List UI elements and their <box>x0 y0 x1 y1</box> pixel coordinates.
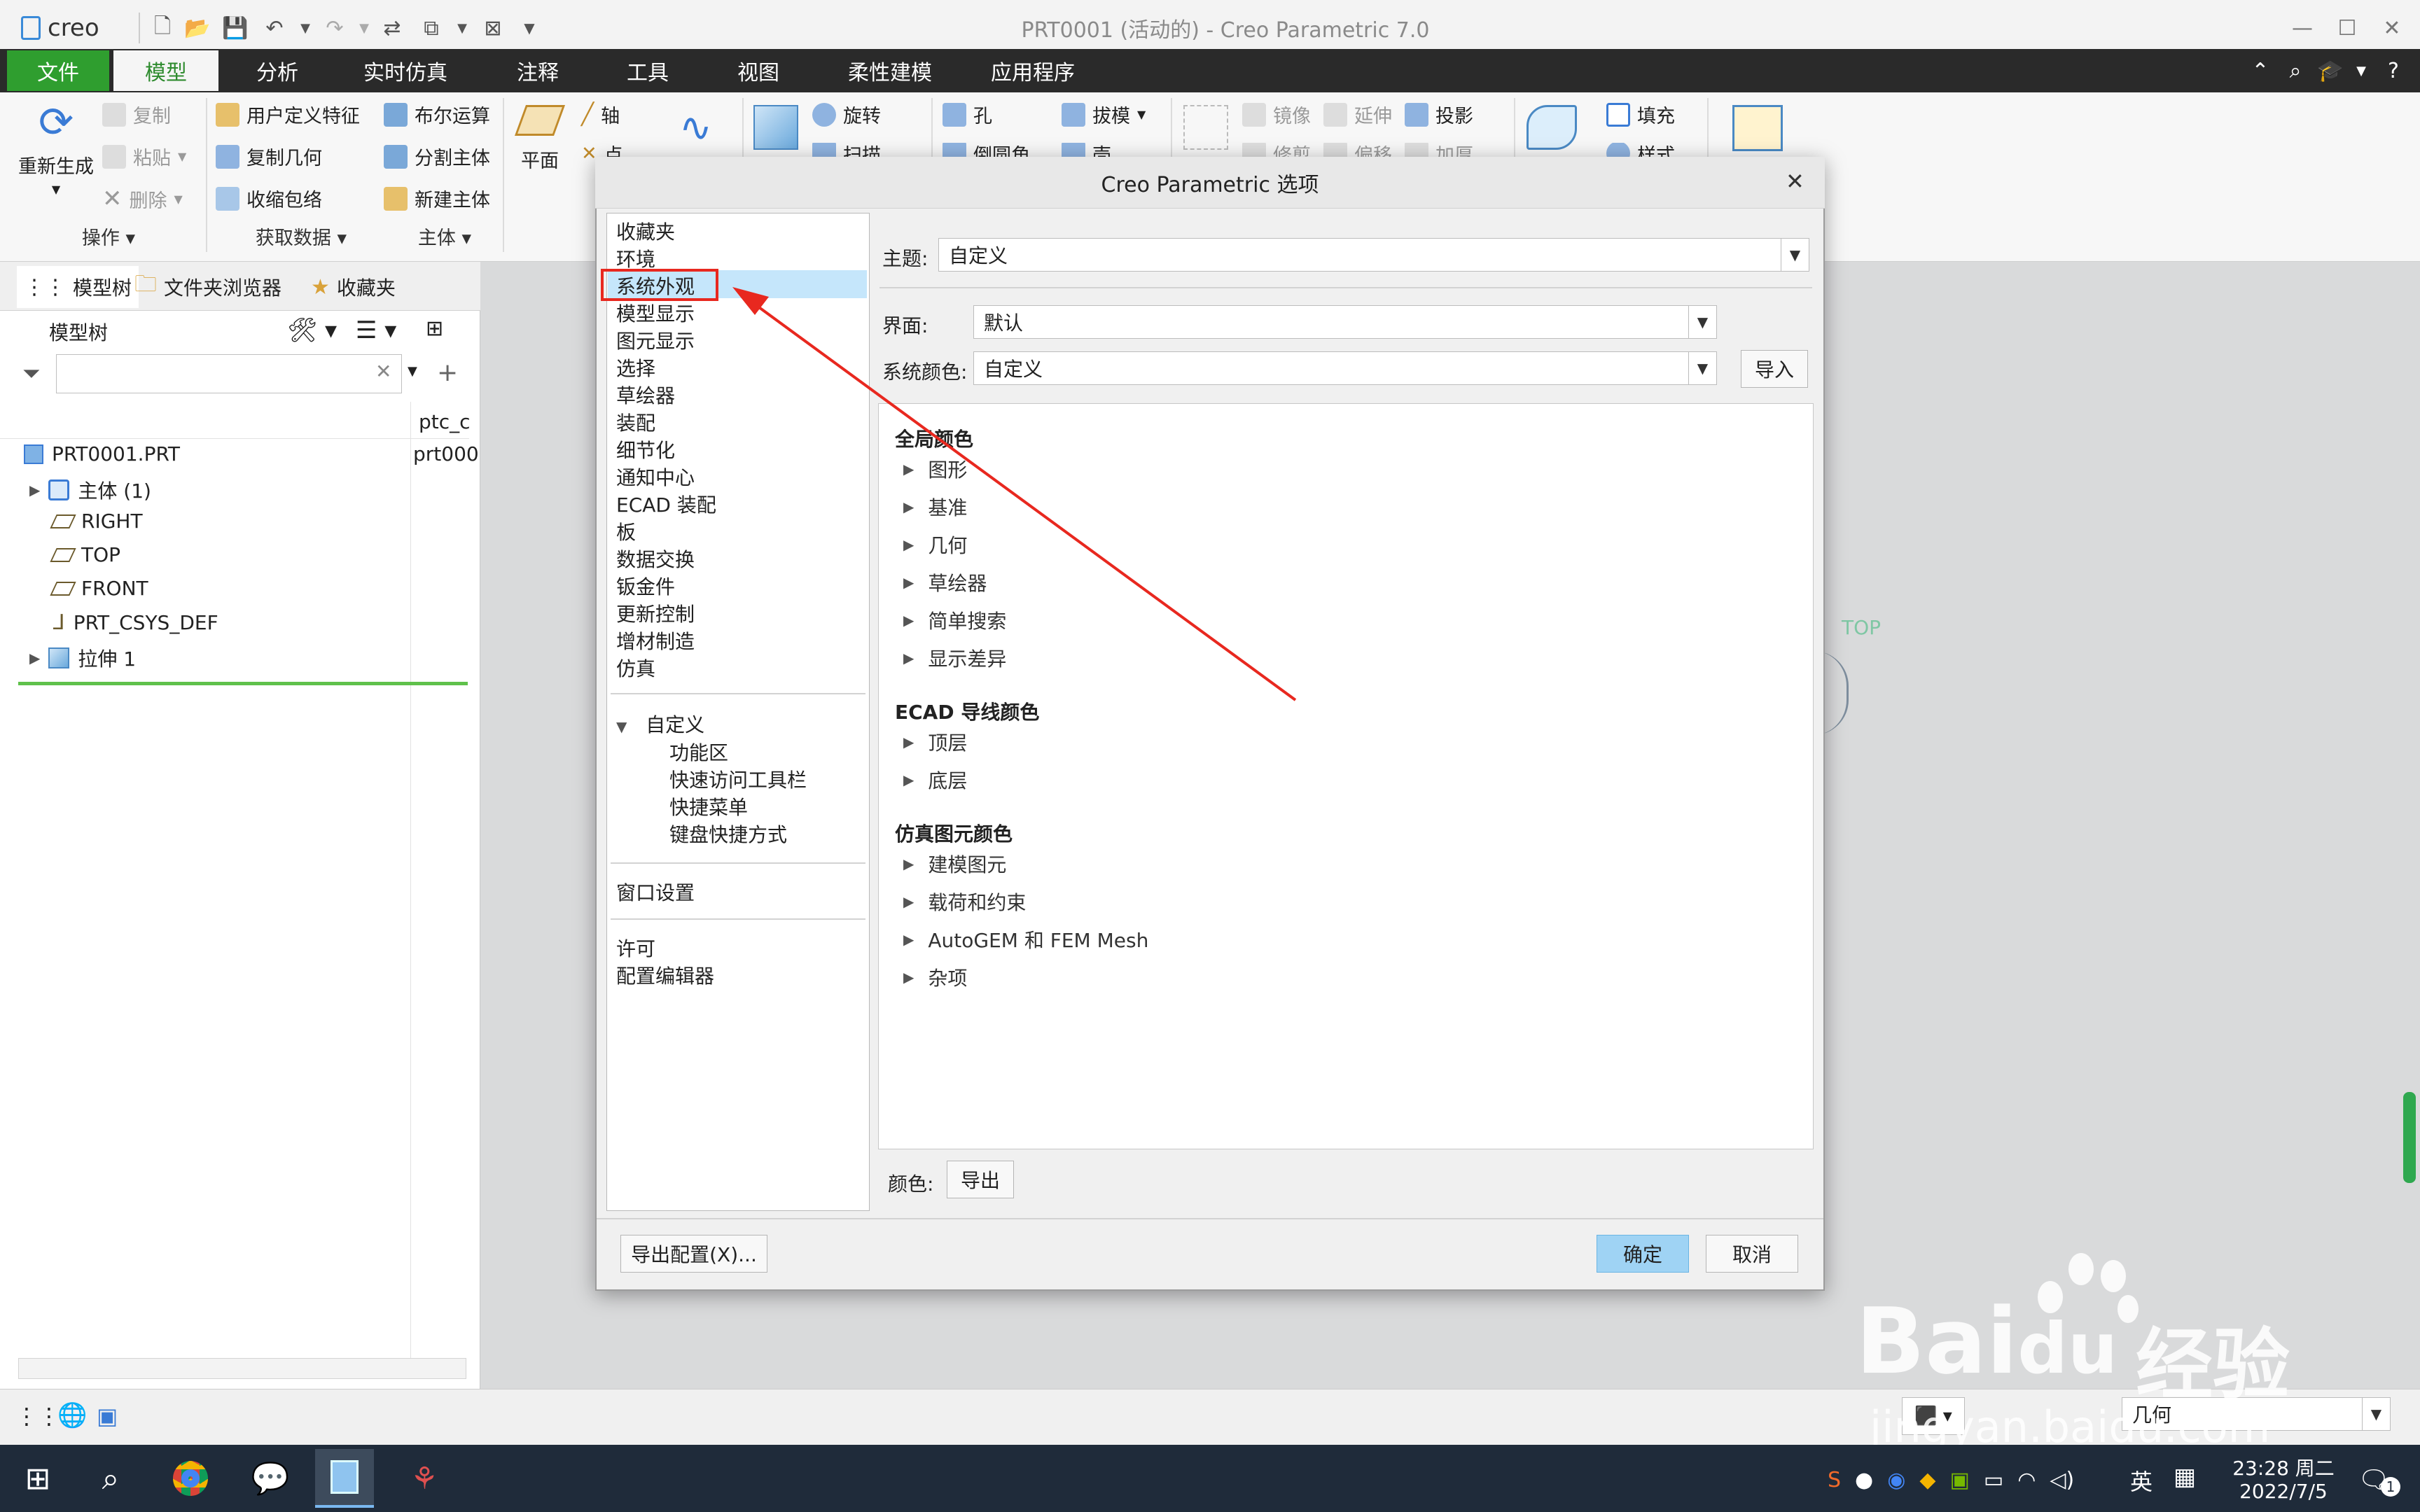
battery-icon[interactable]: ▭ <box>1984 1468 2003 1492</box>
annotation-arrow-line <box>739 293 1297 701</box>
status-bar <box>0 1389 2420 1445</box>
clock-date[interactable]: 2022/7/5 <box>2224 1480 2343 1503</box>
app-taskbar-icon[interactable]: ⚘ <box>395 1449 454 1508</box>
wechat-icon[interactable]: 💬 <box>241 1449 300 1508</box>
show-browser-icon[interactable]: 🌐 <box>57 1401 87 1429</box>
full-screen-icon[interactable]: ▣ <box>97 1403 118 1429</box>
annotation-arrow <box>732 287 1297 701</box>
chevron-down-icon: ▼ <box>2362 1398 2390 1430</box>
nvidia-icon[interactable]: ▣ <box>1950 1468 1970 1492</box>
notification-count: 1 <box>2381 1477 2400 1497</box>
ime-indicator[interactable]: 英 <box>2130 1464 2153 1497</box>
ime-grid-icon[interactable]: ▦ <box>2174 1463 2196 1491</box>
volume-icon[interactable]: ◁) <box>2050 1468 2074 1492</box>
search-icon[interactable]: ⌕ <box>81 1449 140 1508</box>
sogou-icon[interactable]: S <box>1828 1468 1841 1492</box>
wechat-tray-icon[interactable]: ● <box>1855 1468 1873 1492</box>
show-navigator-icon[interactable]: ⋮⋮ <box>15 1403 60 1429</box>
wifi-icon[interactable]: ◠ <box>2017 1468 2036 1492</box>
creo-taskbar-icon[interactable] <box>315 1449 374 1508</box>
windows-start-icon[interactable]: ⊞ <box>8 1449 67 1508</box>
tray-icons[interactable]: S ● ◉ ◆ ▣ ▭ ◠ ◁) <box>1828 1463 2074 1497</box>
selection-filter-toggle[interactable]: ⬛ ▾ <box>1902 1397 1965 1435</box>
chrome-tray-icon[interactable]: ◉ <box>1887 1468 1905 1492</box>
tray-app-icon[interactable]: ◆ <box>1919 1468 1935 1492</box>
clock-time[interactable]: 23:28 周二 <box>2224 1453 2343 1481</box>
selection-filter-select[interactable]: 几何 ▼ <box>2122 1397 2391 1431</box>
chrome-icon[interactable] <box>161 1449 220 1508</box>
